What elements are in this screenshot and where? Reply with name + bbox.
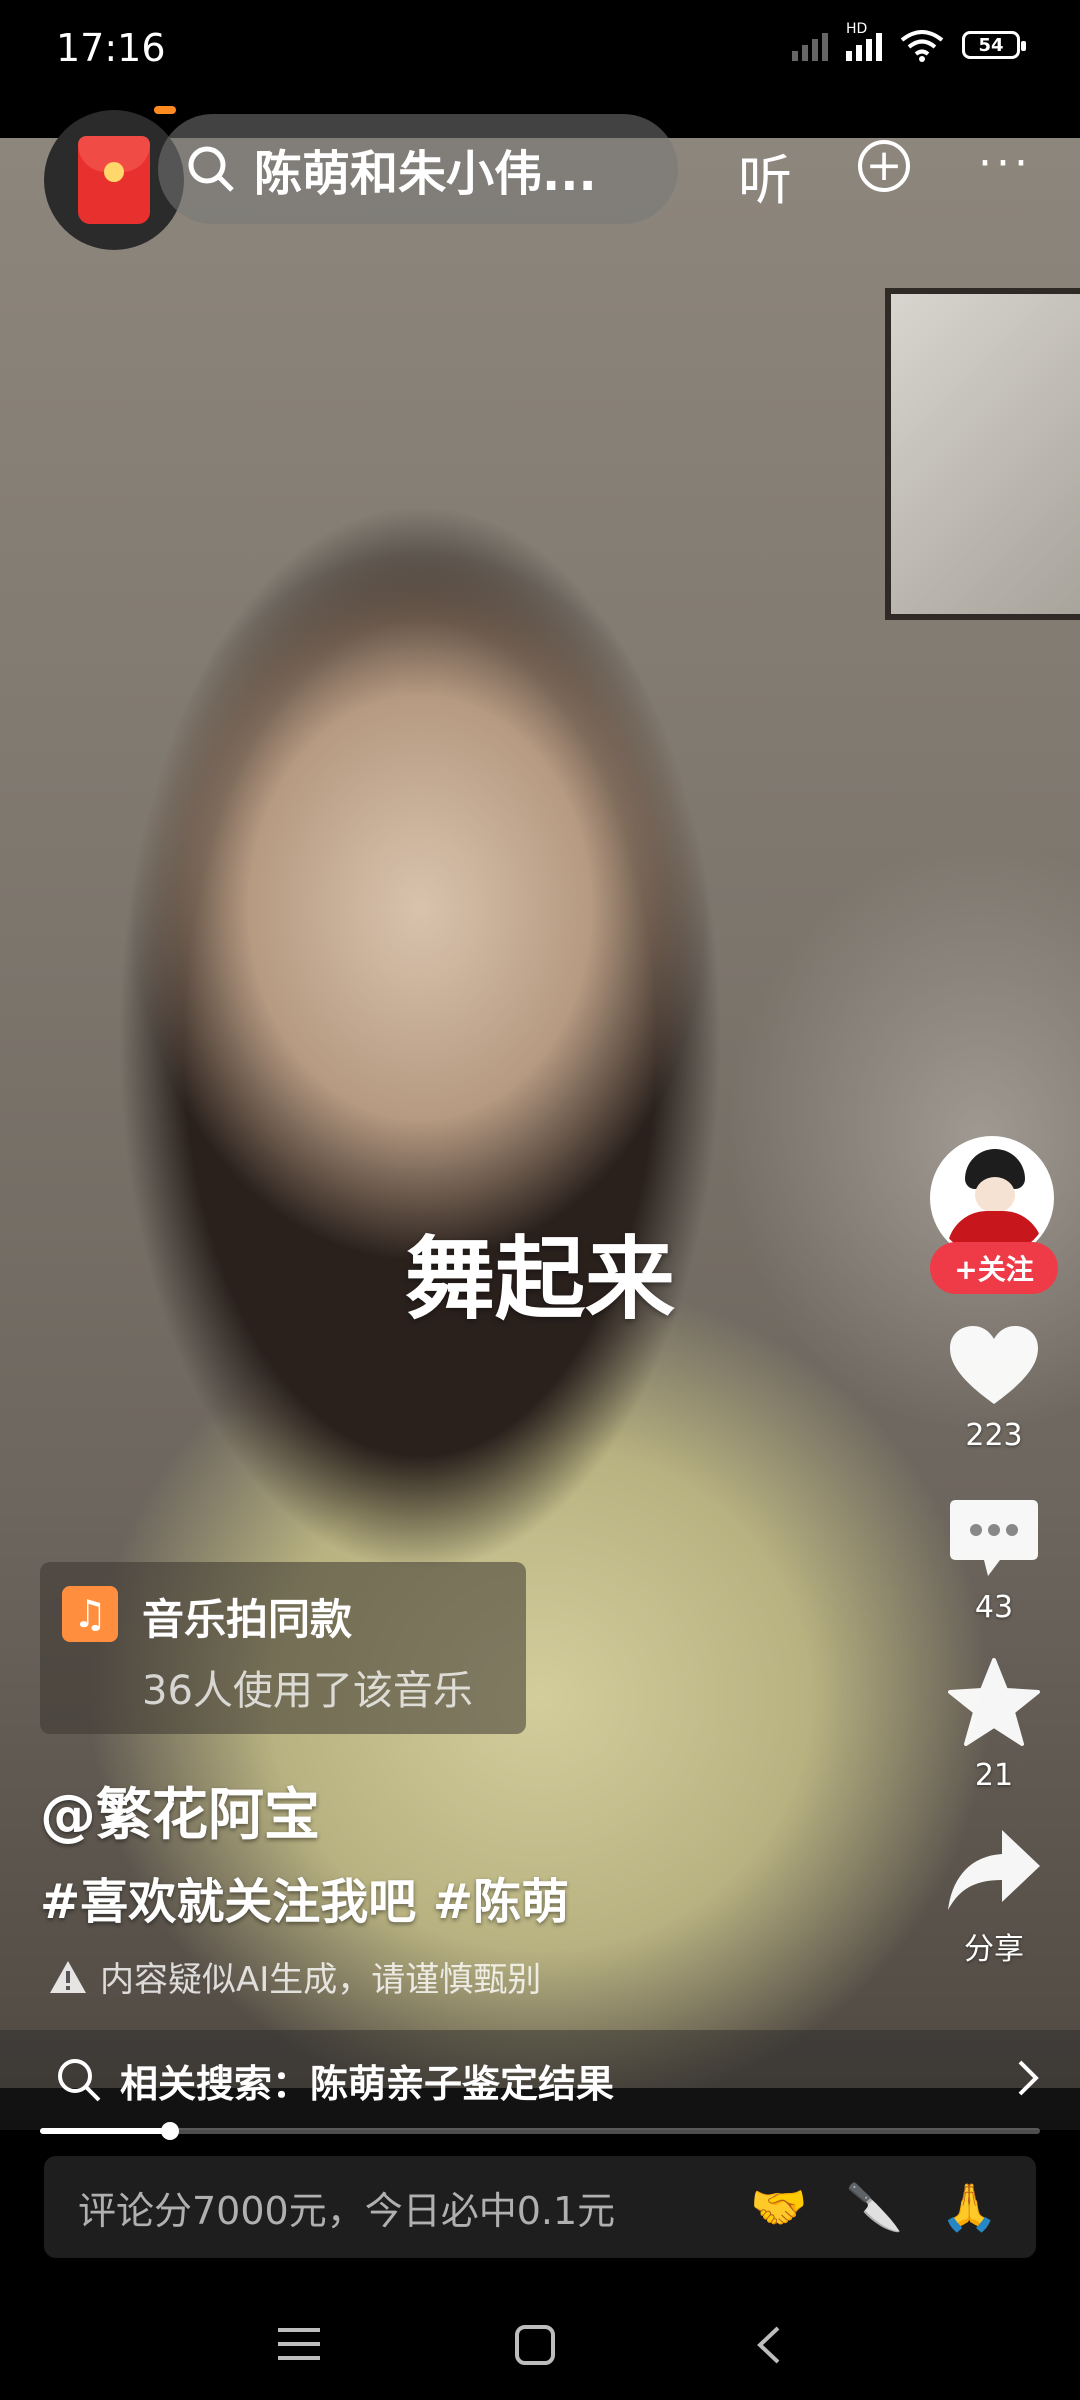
notification-dot xyxy=(154,106,176,114)
status-icons: HD 54 xyxy=(792,21,1026,62)
heart-icon xyxy=(950,1326,1038,1404)
menu-icon[interactable] xyxy=(276,2324,322,2364)
music-note-icon: ♫ xyxy=(62,1586,118,1642)
search-bar[interactable]: 陈萌和朱小伟... xyxy=(158,114,678,224)
favorite-count: 21 xyxy=(974,1758,1014,1793)
comment-icon xyxy=(950,1500,1038,1576)
listen-button[interactable]: 听 xyxy=(738,136,792,215)
progress-knob[interactable] xyxy=(161,2122,179,2140)
search-query: 陈萌和朱小伟... xyxy=(254,146,597,202)
hashtags[interactable]: #喜欢就关注我吧 #陈萌 xyxy=(40,1862,569,1932)
comment-input[interactable]: 评论分7000元，今日必中0.1元 xyxy=(78,2180,750,2235)
comment-bar[interactable]: 评论分7000元，今日必中0.1元 🤝 🔪 🙏 xyxy=(44,2156,1036,2258)
comment-button[interactable]: 43 xyxy=(926,1496,1062,1625)
system-nav-bar xyxy=(0,2290,1080,2400)
handshake-emoji-button[interactable]: 🤝 xyxy=(750,2180,807,2235)
pray-emoji-button[interactable]: 🙏 xyxy=(941,2180,998,2235)
status-bar: 17:16 HD 54 xyxy=(0,0,1080,100)
ai-notice-text: 内容疑似AI生成，请谨慎甄别 xyxy=(100,1960,542,2000)
search-icon xyxy=(58,2059,101,2102)
knife-emoji-button[interactable]: 🔪 xyxy=(845,2180,902,2235)
share-label: 分享 xyxy=(964,1932,1024,1967)
music-subtitle: 36人使用了该音乐 xyxy=(142,1668,473,1714)
more-icon[interactable]: ··· xyxy=(978,138,1032,189)
related-search-bar[interactable]: 相关搜索：陈萌亲子鉴定结果 xyxy=(0,2030,1080,2130)
share-button[interactable]: 分享 xyxy=(926,1826,1062,1968)
related-search-text: 相关搜索：陈萌亲子鉴定结果 xyxy=(120,2061,615,2106)
chevron-right-icon xyxy=(1018,2060,1039,2096)
wifi-icon xyxy=(900,30,944,62)
battery-icon: 54 xyxy=(962,31,1026,59)
hd-badge: HD xyxy=(846,21,868,37)
red-packet-icon xyxy=(78,136,150,224)
signal-dim-icon xyxy=(792,29,828,61)
search-icon xyxy=(188,146,234,192)
home-icon[interactable] xyxy=(514,2324,556,2366)
signal-hd-icon: HD xyxy=(846,21,882,61)
status-time: 17:16 xyxy=(56,26,166,70)
plus-icon[interactable]: + xyxy=(858,140,910,192)
music-title: 音乐拍同款 xyxy=(142,1595,353,1644)
progress-fill xyxy=(40,2128,170,2134)
follow-button[interactable]: +关注 xyxy=(930,1242,1058,1294)
like-count: 223 xyxy=(965,1418,1023,1453)
like-button[interactable]: 223 xyxy=(926,1324,1062,1453)
background-wall-art xyxy=(885,288,1080,620)
star-icon xyxy=(948,1658,1040,1746)
favorite-button[interactable]: 21 xyxy=(926,1656,1062,1793)
video-caption: 舞起来 xyxy=(405,1227,675,1332)
battery-level: 54 xyxy=(978,34,1004,56)
music-chip[interactable]: ♫ 音乐拍同款 36人使用了该音乐 xyxy=(40,1562,526,1734)
ai-notice: 内容疑似AI生成，请谨慎甄别 xyxy=(48,1952,541,2001)
top-bar: 陈萌和朱小伟... 听 + ··· xyxy=(0,106,1080,250)
back-icon[interactable] xyxy=(754,2324,784,2366)
video-progress-bar[interactable] xyxy=(40,2122,1040,2140)
warning-icon xyxy=(50,1960,86,1993)
author-name[interactable]: @繁花阿宝 xyxy=(40,1770,320,1851)
comment-count: 43 xyxy=(974,1590,1014,1625)
share-icon xyxy=(948,1830,1040,1910)
